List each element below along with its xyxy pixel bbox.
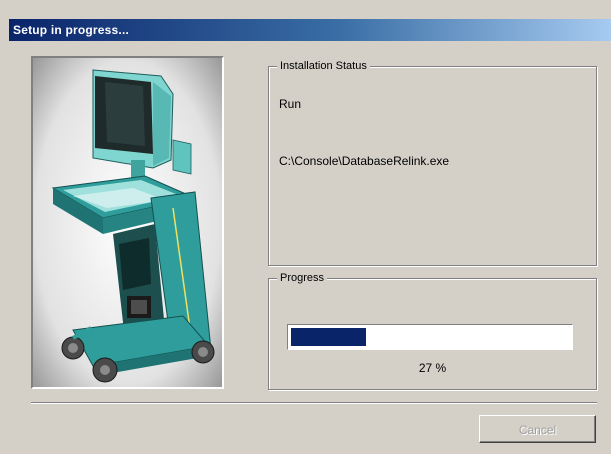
dialog-body: Installation Status Run C:\Console\Datab… [9,41,611,454]
footer-divider [31,402,597,404]
progress-label: Progress [277,271,328,285]
status-action: Run [279,97,302,111]
installation-status-label: Installation Status [277,59,370,73]
ultrasound-cart-illustration [33,58,222,387]
setup-dialog: Setup in progress... Installation Status… [0,0,611,454]
installation-status-group: Installation Status Run C:\Console\Datab… [268,59,597,266]
status-file-path: C:\Console\DatabaseRelink.exe [279,154,450,168]
setup-illustration [31,56,224,389]
progress-group: Progress 27 % [268,271,597,390]
progress-percent-text: 27 % [418,361,447,375]
window-title[interactable]: Setup in progress... [9,19,611,41]
progress-bar-fill [291,328,367,346]
progress-bar [287,324,573,350]
cancel-button[interactable]: Cancel [479,415,596,443]
